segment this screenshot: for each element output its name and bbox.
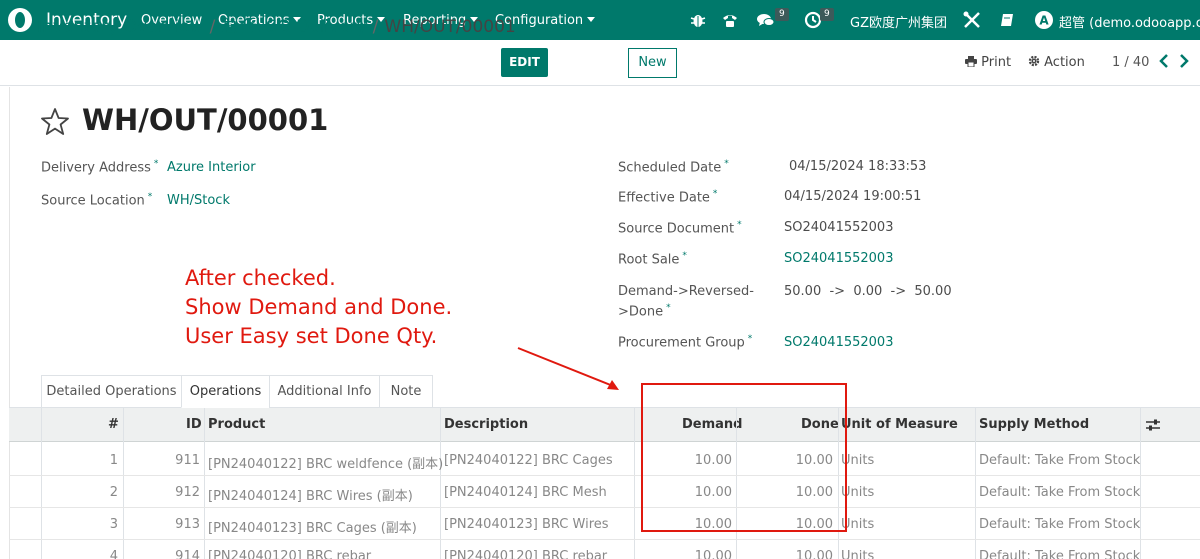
record-title: WH/OUT/00001 bbox=[82, 103, 329, 137]
tools-icon[interactable] bbox=[962, 10, 982, 30]
print-button[interactable]: Print bbox=[965, 55, 1011, 70]
source-document-label: Source Document * bbox=[618, 220, 742, 237]
row-product[interactable]: [PN24040123] BRC Cages (副本) bbox=[208, 517, 417, 536]
row-product[interactable]: [PN24040122] BRC weldfence (副本) bbox=[208, 453, 443, 472]
row-description[interactable]: [PN24040123] BRC Wires bbox=[444, 517, 609, 532]
control-panel bbox=[0, 40, 1200, 86]
breadcrumb-current: WH/OUT/00001 bbox=[384, 17, 516, 37]
pager-value[interactable]: 1 / 40 bbox=[1112, 55, 1149, 70]
column-header-supply-method[interactable]: Supply Method bbox=[979, 408, 1089, 442]
demand-reversed-done-label: Demand->Reversed- bbox=[618, 284, 754, 299]
row-supply-method[interactable]: Default: Take From Stock bbox=[979, 453, 1140, 468]
row-number: 3 bbox=[109, 517, 118, 532]
book-icon[interactable] bbox=[998, 10, 1018, 30]
effective-date-value: 04/15/2024 19:00:51 bbox=[784, 189, 922, 204]
row-product[interactable]: [PN24040124] BRC Wires (副本) bbox=[208, 485, 413, 504]
column-header-id[interactable]: ID bbox=[186, 408, 202, 442]
tab-note[interactable]: Note bbox=[379, 375, 433, 408]
breadcrumb-separator: / bbox=[209, 17, 216, 37]
row-id: 914 bbox=[175, 549, 200, 559]
row-supply-method[interactable]: Default: Take From Stock bbox=[979, 549, 1140, 559]
breadcrumb-separator: / bbox=[372, 17, 379, 37]
chevron-right-icon[interactable] bbox=[1177, 53, 1191, 69]
breadcrumb: Inventory Overview / 总仓: SO Delivery / WH/OU… bbox=[37, 12, 516, 37]
print-icon bbox=[965, 56, 977, 68]
gear-icon bbox=[1028, 55, 1040, 67]
row-description[interactable]: [PN24040120] BRC rebar bbox=[444, 549, 607, 559]
chevron-left-icon[interactable] bbox=[1157, 53, 1171, 69]
source-location-label: Source Location * bbox=[41, 192, 153, 209]
optional-columns-icon[interactable] bbox=[1145, 418, 1161, 432]
column-header-description[interactable]: Description bbox=[444, 408, 528, 442]
user-menu[interactable]: 超管 (demo.odooapp.cn) bbox=[1059, 12, 1200, 31]
column-header-product[interactable]: Product bbox=[208, 408, 265, 442]
column-header-number[interactable]: # bbox=[108, 408, 119, 442]
demand-reversed-done-label-2: >Done * bbox=[618, 303, 671, 320]
row-number: 2 bbox=[109, 485, 118, 500]
action-button[interactable]: Action bbox=[1028, 55, 1085, 70]
company-switcher[interactable]: GZ欧度广州集团 bbox=[850, 12, 947, 31]
scheduled-date-value[interactable]: 04/15/2024 18:33:53 bbox=[789, 159, 926, 174]
edit-button[interactable]: EDIT bbox=[501, 48, 548, 77]
tab-detailed-operations[interactable]: Detailed Operations bbox=[41, 375, 182, 408]
chevron-down-icon bbox=[587, 17, 596, 22]
delivery-address-value[interactable]: Azure Interior bbox=[167, 160, 256, 175]
apps-menu-icon[interactable] bbox=[7, 7, 33, 33]
annotation-highlight-box bbox=[641, 383, 847, 532]
procurement-group-label: Procurement Group * bbox=[618, 334, 753, 351]
row-description[interactable]: [PN24040124] BRC Mesh bbox=[444, 485, 607, 500]
procurement-group-value[interactable]: SO24041552003 bbox=[784, 335, 893, 350]
annotation-text: After checked. Show Demand and Done. Use… bbox=[185, 266, 453, 348]
star-icon[interactable] bbox=[40, 107, 70, 137]
row-supply-method[interactable]: Default: Take From Stock bbox=[979, 485, 1140, 500]
svg-text:A: A bbox=[1039, 14, 1049, 28]
breadcrumb-inventory-overview[interactable]: Inventory Overview bbox=[37, 17, 204, 37]
source-document-value: SO24041552003 bbox=[784, 220, 894, 235]
row-number: 1 bbox=[109, 453, 118, 468]
scheduled-date-label: Scheduled Date * bbox=[618, 159, 729, 176]
source-location-value[interactable]: WH/Stock bbox=[167, 193, 230, 208]
row-description[interactable]: [PN24040122] BRC Cages bbox=[444, 453, 613, 468]
annotation-arrow bbox=[517, 347, 619, 390]
row-id: 913 bbox=[175, 517, 200, 532]
row-id: 912 bbox=[175, 485, 200, 500]
bug-icon[interactable] bbox=[688, 10, 708, 30]
row-supply-method[interactable]: Default: Take From Stock bbox=[979, 517, 1140, 532]
tab-operations[interactable]: Operations bbox=[181, 375, 270, 408]
delivery-address-label: Delivery Address * bbox=[41, 159, 159, 176]
row-demand: 10.00 bbox=[694, 549, 732, 559]
row-uom[interactable]: Units bbox=[841, 549, 874, 559]
avatar[interactable]: A bbox=[1034, 10, 1054, 30]
root-sale-label: Root Sale * bbox=[618, 251, 687, 268]
effective-date-label: Effective Date * bbox=[618, 189, 718, 206]
breadcrumb-so-delivery[interactable]: 总仓: SO Delivery bbox=[221, 17, 366, 37]
activities-badge: 9 bbox=[820, 8, 834, 21]
new-button[interactable]: New bbox=[628, 48, 677, 78]
row-id: 911 bbox=[175, 453, 200, 468]
tab-additional-info[interactable]: Additional Info bbox=[269, 375, 380, 408]
root-sale-value[interactable]: SO24041552003 bbox=[784, 251, 893, 266]
row-done[interactable]: 10.00 bbox=[796, 549, 833, 559]
messages-icon[interactable] bbox=[756, 10, 776, 30]
phone-icon[interactable] bbox=[720, 10, 740, 30]
messages-badge: 9 bbox=[775, 8, 789, 21]
column-header-unit-of-measure[interactable]: Unit of Measure bbox=[841, 408, 958, 442]
row-product[interactable]: [PN24040120] BRC rebar bbox=[208, 549, 371, 559]
demand-reversed-done-value: 50.00 -> 0.00 -> 50.00 bbox=[784, 284, 952, 299]
row-number: 4 bbox=[109, 549, 118, 559]
